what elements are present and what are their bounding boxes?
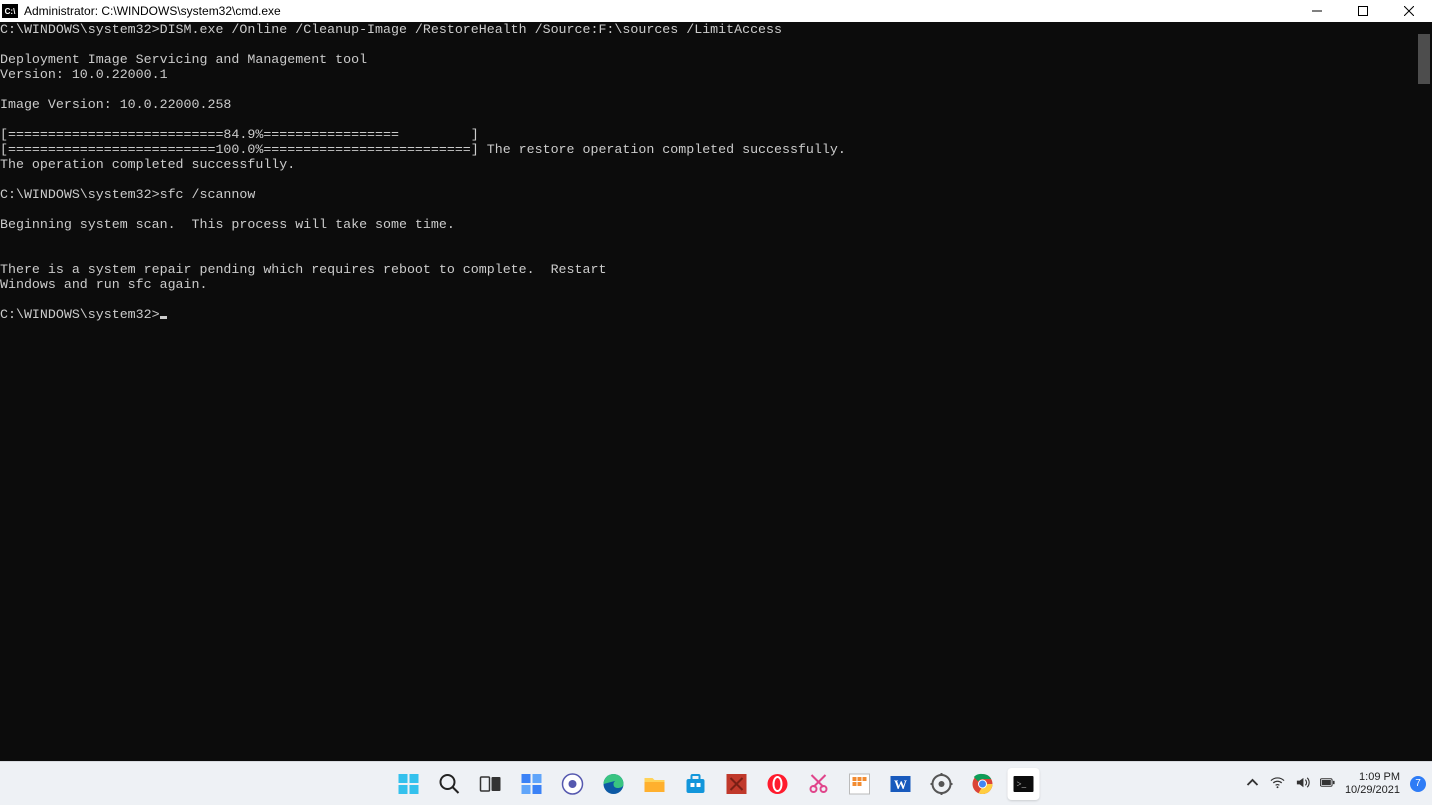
taskbar-app-grid[interactable] — [844, 768, 876, 800]
svg-text:>_: >_ — [1017, 779, 1027, 789]
taskbar-start[interactable] — [393, 768, 425, 800]
titlebar[interactable]: C:\ Administrator: C:\WINDOWS\system32\c… — [0, 0, 1432, 22]
taskbar-opera[interactable] — [762, 768, 794, 800]
taskbar[interactable]: W >_ 1:09 PM 10/29/2021 7 — [0, 761, 1432, 805]
maximize-button[interactable] — [1340, 0, 1386, 22]
scrollbar[interactable] — [1416, 22, 1432, 761]
taskbar-center: W >_ — [393, 768, 1040, 800]
volume-icon[interactable] — [1295, 775, 1310, 793]
scrollbar-thumb[interactable] — [1418, 34, 1430, 84]
terminal-area[interactable]: C:\WINDOWS\system32>DISM.exe /Online /Cl… — [0, 22, 1432, 761]
battery-icon[interactable] — [1320, 775, 1335, 793]
wifi-icon[interactable] — [1270, 775, 1285, 793]
tray-time: 1:09 PM — [1345, 771, 1400, 784]
taskbar-taskview[interactable] — [475, 768, 507, 800]
taskbar-edge[interactable] — [598, 768, 630, 800]
taskbar-settings[interactable] — [926, 768, 958, 800]
taskbar-chat[interactable] — [557, 768, 589, 800]
system-tray: 1:09 PM 10/29/2021 7 — [1245, 762, 1426, 805]
taskbar-snip[interactable] — [803, 768, 835, 800]
taskbar-explorer[interactable] — [639, 768, 671, 800]
taskbar-word[interactable]: W — [885, 768, 917, 800]
notification-badge[interactable]: 7 — [1410, 776, 1426, 792]
taskbar-app-red[interactable] — [721, 768, 753, 800]
terminal-output: C:\WINDOWS\system32>DISM.exe /Online /Cl… — [0, 22, 1432, 761]
close-button[interactable] — [1386, 0, 1432, 22]
window-title: Administrator: C:\WINDOWS\system32\cmd.e… — [24, 4, 281, 18]
svg-text:W: W — [894, 777, 907, 792]
tray-clock[interactable]: 1:09 PM 10/29/2021 — [1345, 771, 1400, 797]
taskbar-chrome[interactable] — [967, 768, 999, 800]
taskbar-widgets[interactable] — [516, 768, 548, 800]
taskbar-cmd[interactable]: >_ — [1008, 768, 1040, 800]
minimize-button[interactable] — [1294, 0, 1340, 22]
taskbar-store[interactable] — [680, 768, 712, 800]
tray-overflow-icon[interactable] — [1245, 775, 1260, 793]
taskbar-search[interactable] — [434, 768, 466, 800]
cmd-app-icon: C:\ — [2, 4, 18, 18]
tray-date: 10/29/2021 — [1345, 784, 1400, 797]
